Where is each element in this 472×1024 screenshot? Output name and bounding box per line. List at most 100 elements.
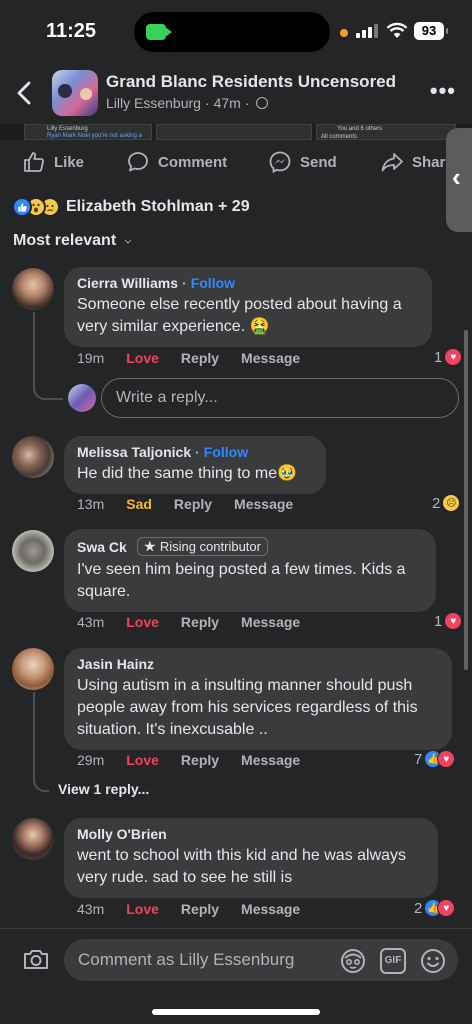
react-button[interactable]: Love bbox=[126, 901, 159, 917]
reaction-count[interactable]: 7 👍 ♥ bbox=[414, 750, 456, 768]
reply-input[interactable] bbox=[101, 378, 459, 418]
like-reaction-icon bbox=[12, 197, 32, 217]
group-name[interactable]: Grand Blanc Residents Uncensored bbox=[106, 72, 396, 92]
view-replies-link[interactable]: View 1 reply... bbox=[58, 781, 149, 797]
message-button[interactable]: Message bbox=[241, 614, 300, 630]
heart-icon: ♥ bbox=[444, 348, 463, 366]
comment-actions: 19m Love Reply Message bbox=[77, 350, 300, 366]
reply-button[interactable]: Reply bbox=[181, 350, 219, 366]
comment-author[interactable]: Jasin Hainz bbox=[77, 656, 154, 672]
avatar[interactable] bbox=[12, 436, 54, 478]
reaction-count[interactable]: 1 ♥ bbox=[434, 612, 463, 630]
image-text: Ryan Mark Noel you're not asking a bbox=[47, 133, 142, 139]
reaction-count-number: 2 bbox=[414, 899, 423, 917]
thread-line bbox=[33, 692, 49, 792]
group-avatar[interactable] bbox=[52, 70, 98, 116]
share-icon bbox=[381, 153, 403, 172]
heart-icon: ♥ bbox=[437, 899, 456, 917]
reply-button[interactable]: Reply bbox=[181, 752, 219, 768]
like-button[interactable]: Like bbox=[22, 150, 84, 174]
message-button[interactable]: Message bbox=[234, 496, 293, 512]
follow-button[interactable]: Follow bbox=[204, 444, 248, 460]
comment-author[interactable]: Swa Ck bbox=[77, 539, 127, 555]
more-icon[interactable]: ••• bbox=[430, 80, 456, 102]
like-label: Like bbox=[54, 153, 85, 171]
message-button[interactable]: Message bbox=[241, 350, 300, 366]
side-panel-handle[interactable]: ‹ bbox=[446, 128, 472, 232]
comment-author-row: Cierra Williams · Follow bbox=[77, 275, 418, 291]
comment-input-box[interactable]: GIF bbox=[64, 939, 458, 981]
separator: · bbox=[195, 444, 200, 460]
comment-bubble[interactable]: Cierra Williams · Follow Someone else re… bbox=[64, 267, 432, 347]
share-button[interactable]: Share bbox=[380, 150, 454, 174]
comment-bubble[interactable]: Molly O'Brien went to school with this k… bbox=[64, 818, 438, 898]
dynamic-island bbox=[134, 12, 330, 52]
chevron-down-icon bbox=[124, 236, 132, 243]
image-text: You and 6 others bbox=[337, 126, 383, 132]
camera-icon[interactable] bbox=[22, 947, 50, 971]
reaction-count[interactable]: 2 ☹ bbox=[432, 494, 461, 512]
emoji-icon[interactable] bbox=[420, 948, 446, 974]
avatar[interactable] bbox=[12, 530, 54, 572]
back-icon[interactable] bbox=[14, 80, 36, 106]
react-button[interactable]: Sad bbox=[126, 496, 152, 512]
gif-icon[interactable]: GIF bbox=[380, 948, 406, 974]
comment-time: 13m bbox=[77, 496, 105, 512]
comment-input[interactable] bbox=[64, 939, 324, 981]
comment-author[interactable]: Melissa Taljonick bbox=[77, 444, 191, 460]
react-button[interactable]: Love bbox=[126, 614, 159, 630]
reaction-count-number: 7 bbox=[414, 750, 423, 768]
comment-composer: GIF bbox=[0, 928, 472, 1024]
avatar[interactable] bbox=[12, 648, 54, 690]
follow-button[interactable]: Follow bbox=[191, 275, 235, 291]
comment-bubble[interactable]: Melissa Taljonick · Follow He did the sa… bbox=[64, 436, 326, 494]
comment-label: Comment bbox=[158, 153, 228, 171]
comment-line: I've seen him being posted a few times. … bbox=[77, 561, 406, 578]
reply-button[interactable]: Reply bbox=[174, 496, 212, 512]
image-author: Lilly Essenburg bbox=[47, 126, 88, 132]
post-image-strip[interactable]: Lilly Essenburg Ryan Mark Noel you're no… bbox=[0, 124, 472, 140]
reaction-count[interactable]: 1 ♥ bbox=[434, 348, 463, 366]
comment-author[interactable]: Molly O'Brien bbox=[77, 826, 167, 842]
scrollbar[interactable] bbox=[464, 330, 468, 670]
reactions-summary[interactable]: Elizabeth Stohlman + 29 bbox=[12, 194, 250, 220]
reactions-text: Elizabeth Stohlman + 29 bbox=[66, 198, 250, 215]
avatar-sticker-icon[interactable] bbox=[340, 948, 366, 974]
react-button[interactable]: Love bbox=[126, 350, 159, 366]
comment-author[interactable]: Cierra Williams bbox=[77, 275, 178, 291]
message-button[interactable]: Message bbox=[241, 901, 300, 917]
send-button[interactable]: Send bbox=[268, 150, 337, 174]
avatar[interactable] bbox=[12, 818, 54, 860]
reaction-count-number: 2 bbox=[432, 494, 441, 512]
reply-button[interactable]: Reply bbox=[181, 614, 219, 630]
comment-author-row: Swa Ck Rising contributor bbox=[77, 537, 422, 556]
post-image-3[interactable]: You and 6 others All comments bbox=[316, 124, 456, 140]
comment-time: 29m bbox=[77, 752, 105, 768]
comment-text: Using autism in a insulting manner shoul… bbox=[77, 675, 438, 741]
comment-actions: 29m Love Reply Message bbox=[77, 752, 300, 768]
post-author[interactable]: Lilly Essenburg bbox=[106, 95, 201, 111]
comment-line: Using autism in a insulting manner shoul… bbox=[77, 677, 413, 694]
reaction-count[interactable]: 2 👍 ♥ bbox=[414, 899, 456, 917]
status-time: 11:25 bbox=[46, 20, 97, 42]
comment-time: 19m bbox=[77, 350, 105, 366]
avatar bbox=[68, 384, 96, 412]
messenger-icon bbox=[269, 151, 291, 173]
comment-sort-dropdown[interactable]: Most relevant bbox=[13, 232, 132, 250]
chevron-left-icon: ‹ bbox=[452, 162, 461, 192]
reply-button[interactable]: Reply bbox=[181, 901, 219, 917]
comment-text: He did the same thing to me🥹 bbox=[77, 463, 312, 485]
comment-button[interactable]: Comment bbox=[126, 150, 227, 174]
react-button[interactable]: Love bbox=[126, 752, 159, 768]
message-button[interactable]: Message bbox=[241, 752, 300, 768]
comment-bubble[interactable]: Jasin Hainz Using autism in a insulting … bbox=[64, 648, 452, 750]
post-image-2[interactable] bbox=[156, 124, 312, 140]
comment-bubble[interactable]: Swa Ck Rising contributor I've seen him … bbox=[64, 529, 436, 612]
comment-line: He did the same thing to me🥹 bbox=[77, 465, 298, 482]
comment-line: went to school with this kid and he was … bbox=[77, 847, 407, 864]
post-meta: Lilly Essenburg · 47m · bbox=[106, 95, 268, 111]
avatar[interactable] bbox=[12, 268, 54, 310]
facetime-icon bbox=[146, 24, 172, 40]
star-icon bbox=[144, 540, 156, 552]
post-image-1[interactable]: Lilly Essenburg Ryan Mark Noel you're no… bbox=[24, 124, 152, 140]
